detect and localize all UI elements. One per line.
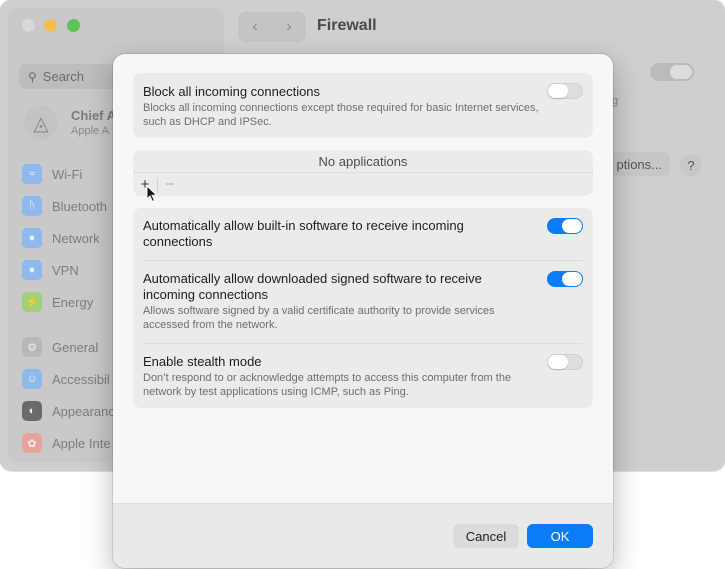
forward-chevron-icon[interactable]: › [286,18,291,36]
sidebar-item-label: Appearanc [52,403,115,419]
search-placeholder: Search [42,69,84,84]
sidebar-item-label: Network [52,230,100,246]
minimize-window-button[interactable] [44,19,57,32]
signed-software-description: Allows software signed by a valid certif… [143,305,495,331]
globe-icon: ● [22,228,42,248]
bluetooth-icon: ᚢ [22,196,42,216]
stealth-mode-description: Don’t respond to or acknowledge attempts… [143,372,512,398]
appearance-icon: ◐ [22,401,42,421]
sidebar-item-network[interactable]: ● Network [18,222,218,254]
sidebar-item-general[interactable]: ⚙ General [22,335,98,359]
stealth-mode-title: Enable stealth mode [143,354,262,369]
block-all-card: Block all incoming connections Blocks al… [133,73,593,138]
block-all-description: Blocks all incoming connections except t… [143,102,539,128]
sidebar-item-apple-intelligence[interactable]: ✿ Apple Inte [22,431,111,455]
sidebar-item-vpn[interactable]: ● VPN [22,258,79,282]
sidebar-item-appearance[interactable]: ◐ Appearanc [22,399,115,423]
list-toolbar: + − [133,172,593,197]
firewall-options-sheet: Block all incoming connections Blocks al… [113,54,613,568]
sidebar-item-label: Bluetooth [52,198,107,214]
sidebar-item-bluetooth[interactable]: ᚢ Bluetooth [22,194,107,218]
account-name: Chief A [71,108,117,123]
back-chevron-icon[interactable]: ‹ [252,18,257,36]
sidebar-item-wifi[interactable]: ≈ Wi-Fi [22,162,82,186]
close-window-button[interactable] [22,19,35,32]
mouse-cursor-icon [146,185,158,203]
builtin-software-toggle[interactable] [547,218,583,234]
signed-software-title: Automatically allow downloaded signed so… [143,271,482,302]
sidebar-item-label: Wi-Fi [52,166,83,182]
avatar: ◬ [24,106,58,140]
sidebar-item-energy[interactable]: ⚡ Energy [22,290,93,314]
sidebar-item-label: Energy [52,294,94,310]
auto-allow-card: Automatically allow built-in software to… [133,208,593,408]
zoom-window-button[interactable] [67,19,80,32]
applications-list: No applications + − [133,150,593,196]
builtin-software-title: Automatically allow built-in software to… [143,218,464,249]
search-icon: ⚲ [28,69,37,84]
window-title: Firewall [317,17,377,34]
sidebar-item-label: VPN [52,262,79,278]
remove-app-button[interactable]: − [160,174,180,194]
accessibility-icon: ☺ [22,369,42,389]
stealth-mode-toggle[interactable] [547,354,583,370]
ok-button[interactable]: OK [527,524,593,548]
cancel-button[interactable]: Cancel [453,524,519,548]
nav-buttons: ‹ › [238,12,306,42]
signed-software-toggle[interactable] [547,271,583,287]
sidebar-item-label: Apple Inte [52,435,111,451]
row-divider [143,260,583,261]
wifi-icon: ≈ [22,164,42,184]
help-button[interactable]: ? [680,154,702,176]
apple-account-item[interactable]: ◬ Chief A Apple A [24,106,116,140]
gear-icon: ⚙ [22,337,42,357]
sidebar-item-label: General [52,339,99,355]
vpn-globe-icon: ● [22,260,42,280]
apple-intelligence-icon: ✿ [22,433,42,453]
row-divider [143,343,583,344]
firewall-toggle[interactable] [650,63,694,81]
no-applications-label: No applications [318,154,408,169]
bolt-icon: ⚡ [22,292,42,312]
sidebar-item-accessibility[interactable]: ☺ Accessibil [22,367,110,391]
sidebar-item-label: Accessibil [52,371,110,387]
block-all-toggle[interactable] [547,83,583,99]
block-all-title: Block all incoming connections [143,84,321,99]
account-subtitle: Apple A [71,125,109,137]
